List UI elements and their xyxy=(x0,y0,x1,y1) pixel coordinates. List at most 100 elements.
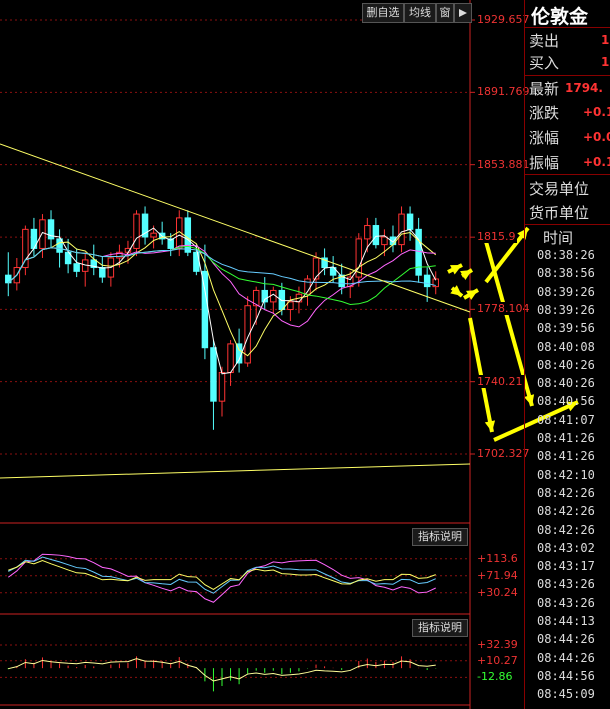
support-line xyxy=(0,463,471,479)
sell-label: 卖出 xyxy=(529,32,560,50)
ma-line xyxy=(7,227,437,375)
osc-tick-label: +30.24 xyxy=(476,585,519,599)
candle xyxy=(47,210,55,249)
time-item: 08:44:13 xyxy=(537,614,595,628)
indicator-info-button-2[interactable]: 指标说明 xyxy=(412,619,468,637)
price-tick-label: 1815.9 xyxy=(476,230,517,244)
candle-body xyxy=(415,228,422,276)
time-item: 08:44:26 xyxy=(537,650,595,665)
time-item: 08:42:26 xyxy=(537,504,595,519)
annotation-arrow xyxy=(450,285,464,298)
ma-button[interactable]: 均线 xyxy=(404,3,436,23)
candle-body xyxy=(312,257,320,280)
indicator-info-button[interactable]: 指标说明 xyxy=(412,528,468,546)
candle xyxy=(210,340,217,430)
time-item: 08:39:26 xyxy=(537,284,595,299)
time-item: 08:39:26 xyxy=(537,302,595,317)
sell-value: 1 xyxy=(601,33,610,47)
candle-body xyxy=(210,347,217,402)
candle xyxy=(406,206,414,241)
candle xyxy=(389,225,397,253)
osc-tick-label: +113.6 xyxy=(476,551,519,565)
time-item: 08:41:26 xyxy=(537,431,595,445)
buy-value: 1 xyxy=(601,55,610,69)
candle xyxy=(22,225,29,276)
candle xyxy=(141,206,149,245)
candle xyxy=(372,217,380,249)
candle-body xyxy=(73,263,80,272)
price-tick-label: 1929.657 xyxy=(476,13,531,26)
candle-body xyxy=(278,289,286,311)
ma-lines-layer xyxy=(0,143,471,479)
price-tick-label: 1891.769 xyxy=(476,85,531,99)
candle xyxy=(158,221,166,245)
trade-unit-label: 交易单位 xyxy=(529,180,590,198)
ma-line xyxy=(7,247,436,286)
time-item: 08:39:56 xyxy=(537,321,595,336)
candle xyxy=(227,340,234,386)
triangle-right-icon xyxy=(459,9,467,17)
candle-body xyxy=(22,228,29,269)
price-tick-label: 1853.881 xyxy=(476,157,531,171)
time-item: 08:40:26 xyxy=(537,376,595,391)
candle xyxy=(321,248,328,276)
time-item: 08:41:26 xyxy=(537,449,595,464)
candle-body xyxy=(133,213,140,249)
delete-watchlist-button[interactable]: 删自选 xyxy=(362,3,404,23)
buy-label: 买入 xyxy=(529,54,560,72)
macd-tick-label: -12.86 xyxy=(476,670,514,684)
candle-body xyxy=(423,274,431,288)
macd-tick-label: +32.39 xyxy=(476,638,519,651)
instrument-title: 伦敦金 xyxy=(531,6,589,28)
triangle-right-icon[interactable] xyxy=(454,3,472,23)
annotation-arrow xyxy=(463,288,479,300)
time-item: 08:43:26 xyxy=(537,577,595,592)
candle-body xyxy=(99,267,106,278)
candle xyxy=(398,206,405,253)
change-label: 涨跌 xyxy=(529,104,560,122)
macd-tick-label: +10.27 xyxy=(476,653,519,667)
last-value: 1794. xyxy=(565,81,603,95)
currency-unit-label: 货币单位 xyxy=(529,204,590,222)
time-item: 08:44:26 xyxy=(537,632,595,647)
change-value: +0.1 xyxy=(583,105,610,119)
window-button[interactable]: 窗 xyxy=(436,3,454,23)
time-item: 08:40:56 xyxy=(537,394,595,409)
time-item: 08:40:26 xyxy=(537,357,595,372)
candle xyxy=(5,252,12,297)
candle xyxy=(133,210,140,257)
candle xyxy=(235,328,243,373)
chart-canvas xyxy=(0,0,579,709)
candle xyxy=(304,275,311,306)
osc-line xyxy=(8,556,436,594)
candle-body xyxy=(372,225,380,246)
time-item: 08:38:26 xyxy=(537,248,595,262)
change-pct-label: 涨幅 xyxy=(529,129,560,147)
price-tick-label: 1778.104 xyxy=(476,302,531,316)
osc-tick-label: +71.94 xyxy=(476,568,519,582)
quote-panel: 伦敦金 卖出 1 买入 1 最新 1794. 涨跌 +0.1 涨幅 +0.0 振… xyxy=(524,0,610,709)
candle xyxy=(81,252,89,287)
time-item: 08:45:09 xyxy=(537,687,595,702)
time-item: 08:42:10 xyxy=(537,467,595,482)
candle-body xyxy=(398,213,405,246)
candle xyxy=(99,256,106,283)
ma-line xyxy=(7,245,436,305)
osc-line xyxy=(7,553,436,603)
time-item: 08:38:56 xyxy=(537,266,595,281)
time-header: 时间 xyxy=(543,229,574,247)
osc-line xyxy=(8,560,436,591)
candle-body xyxy=(150,232,157,238)
time-item: 08:43:26 xyxy=(537,595,595,610)
price-tick-label: 1702.327 xyxy=(476,447,531,460)
time-item: 08:43:17 xyxy=(537,559,595,574)
candle xyxy=(355,233,363,287)
change-pct-value: +0.0 xyxy=(583,130,610,144)
candle-body xyxy=(381,236,388,246)
candle-body xyxy=(406,213,414,230)
time-item: 08:43:02 xyxy=(537,540,595,555)
amplitude-label: 振幅 xyxy=(529,154,560,172)
price-tick-label: 1740.21 xyxy=(476,374,524,388)
macd-layer xyxy=(0,644,470,692)
time-item: 08:42:26 xyxy=(537,485,595,500)
